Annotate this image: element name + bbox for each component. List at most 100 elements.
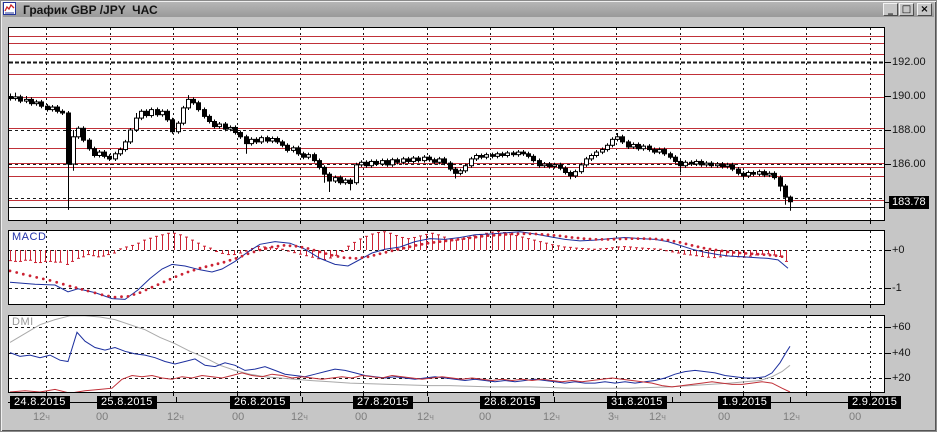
macd-signal-dot — [600, 238, 604, 241]
candle-body — [39, 101, 44, 107]
candle-body — [484, 154, 489, 158]
macd-signal-dot — [612, 237, 616, 241]
price-axis-label: 192.00 — [892, 56, 926, 68]
dmi-panel-label: DMI — [12, 316, 34, 328]
candle-body — [118, 149, 123, 155]
macd-signal-dot — [438, 240, 442, 244]
time-label: 00 — [96, 411, 108, 423]
candle-body — [589, 155, 594, 160]
candle-body — [490, 154, 495, 157]
macd-signal-dot — [720, 249, 724, 253]
close-button[interactable]: × — [917, 3, 932, 16]
macd-signal-dot — [762, 253, 766, 256]
macd-signal-dot — [618, 237, 622, 241]
price-axis-label: 190.00 — [892, 90, 926, 102]
macd-signal-dot — [570, 236, 574, 239]
time-label: 12ч — [783, 411, 800, 423]
macd-signal-dot — [462, 237, 466, 241]
time-label-hours: 12 — [417, 411, 430, 423]
macd-signal-dot — [144, 288, 148, 292]
candle-body — [458, 170, 463, 174]
time-label: 00 — [849, 411, 861, 423]
candle-body — [631, 143, 636, 148]
candle-body — [741, 172, 746, 177]
macd-signal-dot — [210, 263, 214, 267]
macd-signal-dot — [55, 280, 59, 284]
candle-body — [746, 172, 751, 177]
candle-body — [778, 177, 783, 187]
macd-signal-dot — [68, 284, 72, 288]
candle-body — [542, 163, 547, 167]
candle-body — [390, 159, 395, 166]
candle-body — [107, 155, 112, 160]
candle-body — [87, 139, 92, 150]
candle-body — [66, 112, 71, 165]
minimize-button[interactable]: _ — [883, 3, 898, 16]
macd-signal-dot — [630, 237, 634, 241]
macd-signal-dot — [780, 255, 784, 258]
candle-body — [165, 110, 170, 121]
time-label-hours: 12 — [167, 411, 180, 423]
candle-body — [448, 162, 453, 170]
candle-body — [516, 151, 521, 156]
macd-signal-dot — [726, 250, 730, 254]
title-bar[interactable]: График GBP /JPY ЧАС _ □ × — [3, 2, 934, 17]
time-label-hours: 00 — [718, 411, 731, 423]
macd-signal-dot — [74, 286, 78, 290]
macd-signal-dot — [636, 237, 640, 241]
candle-body — [60, 110, 65, 114]
candle-body — [505, 152, 510, 156]
candle-body — [568, 172, 573, 177]
candle-body — [29, 98, 34, 105]
candle-body — [620, 136, 625, 143]
candle-body — [71, 136, 76, 165]
candle-body — [333, 177, 338, 182]
candle-body — [317, 160, 322, 168]
macd-signal-dot — [324, 252, 328, 256]
macd-signal-dot — [660, 238, 664, 242]
macd-signal-dot — [192, 268, 196, 272]
time-label-hours: 12 — [291, 411, 304, 423]
date-box: 26.8.2015 — [230, 396, 290, 409]
time-label-hours: 00 — [479, 411, 492, 423]
macd-signal-dot — [486, 234, 490, 238]
macd-signal-dot — [468, 236, 472, 240]
candle-body — [626, 141, 631, 148]
time-label-suffix: ч — [429, 412, 434, 422]
candle-body — [207, 115, 212, 123]
macd-signal-dot — [546, 233, 550, 237]
macd-signal-dot — [474, 235, 478, 239]
dmi-axis-label: +60 — [892, 321, 911, 333]
time-label-suffix: ч — [661, 412, 666, 422]
candle-body — [495, 153, 500, 157]
macd-signal-dot — [246, 252, 250, 256]
candle-body — [547, 163, 552, 168]
candle-body — [254, 138, 259, 143]
macd-signal-dot — [228, 258, 232, 262]
date-box: 2.9.2015 — [848, 396, 902, 409]
macd-signal-dot — [93, 291, 97, 295]
macd-signal-dot — [432, 241, 436, 244]
macd-signal-dot — [348, 256, 352, 260]
candle-body — [437, 158, 442, 163]
macd-signal-dot — [150, 285, 154, 289]
candle-body — [641, 145, 646, 150]
macd-signal-dot — [156, 283, 160, 286]
macd-signal-dot — [61, 282, 65, 286]
candle-body — [736, 168, 741, 174]
maximize-button[interactable]: □ — [899, 3, 914, 16]
macd-signal-dot — [366, 255, 370, 259]
macd-signal-dot — [9, 269, 12, 273]
time-label: 12ч — [167, 411, 184, 423]
macd-signal-dot — [48, 279, 52, 282]
candle-body — [401, 158, 406, 163]
dmi-axis-label: +40 — [892, 347, 911, 359]
candle-body — [662, 149, 667, 155]
macd-signal-dot — [504, 233, 508, 236]
candle-body — [348, 179, 353, 185]
macd-signal-dot — [528, 232, 532, 236]
time-label-suffix: ч — [303, 412, 308, 422]
macd-signal-dot — [28, 274, 32, 278]
macd-signal-dot — [408, 245, 412, 249]
candle-body — [600, 149, 605, 153]
